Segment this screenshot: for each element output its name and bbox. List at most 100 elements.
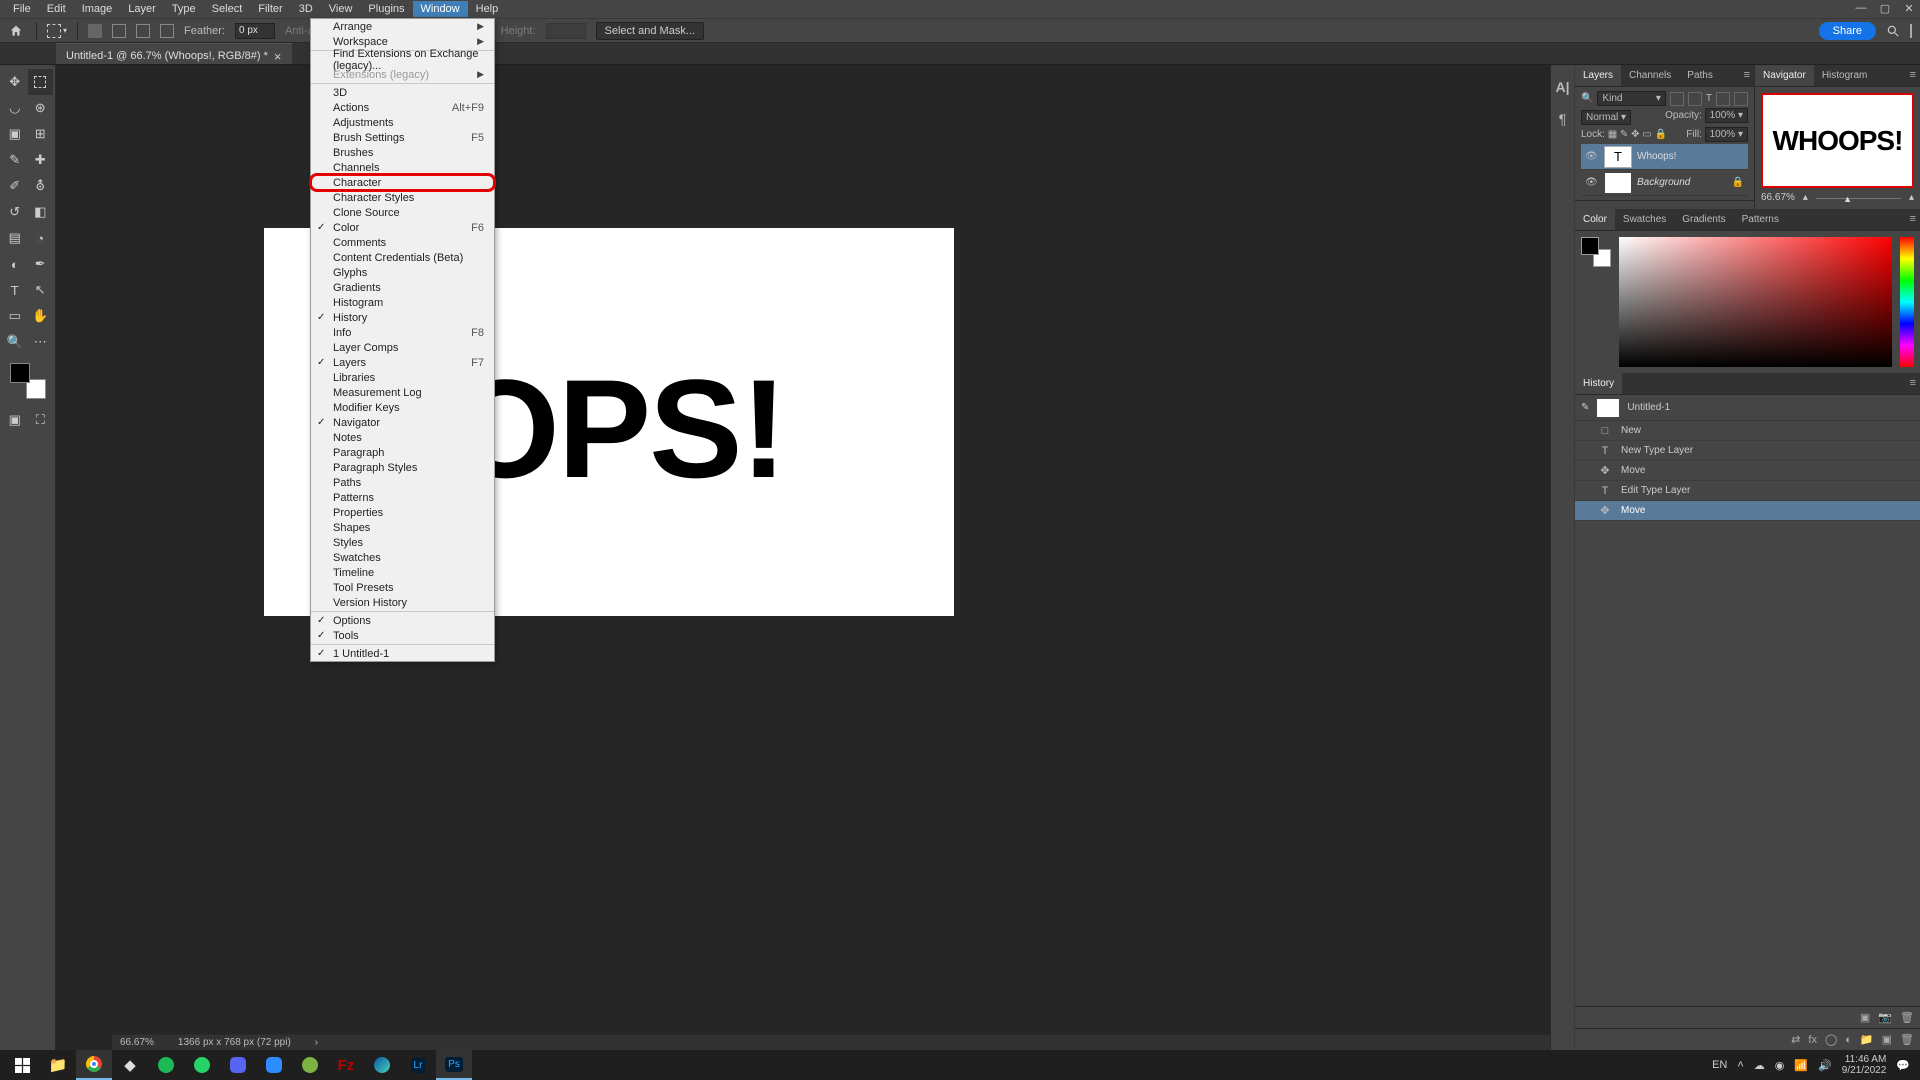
selection-mode-intersect[interactable] bbox=[160, 24, 174, 38]
menu-item-tools[interactable]: Tools bbox=[311, 628, 494, 643]
tab-layers[interactable]: Layers bbox=[1575, 65, 1621, 86]
delete-layer-icon[interactable]: 🗑 bbox=[1900, 1033, 1914, 1046]
delete-state-icon[interactable]: 🗑 bbox=[1900, 1011, 1914, 1024]
menu-view[interactable]: View bbox=[321, 1, 361, 17]
menu-file[interactable]: File bbox=[5, 1, 39, 17]
menu-item-paragraph-styles[interactable]: Paragraph Styles bbox=[311, 460, 494, 475]
home-icon[interactable] bbox=[6, 22, 26, 40]
search-icon[interactable]: 🔍 bbox=[1581, 93, 1593, 104]
hand-tool[interactable]: ✋ bbox=[28, 303, 54, 329]
start-button[interactable] bbox=[4, 1050, 40, 1080]
status-arrow-icon[interactable]: › bbox=[315, 1037, 318, 1048]
navigator-zoom-slider[interactable]: ▲ bbox=[1816, 193, 1901, 203]
share-button[interactable]: Share bbox=[1819, 22, 1876, 40]
menu-item-measurement-log[interactable]: Measurement Log bbox=[311, 385, 494, 400]
menu-item-clone-source[interactable]: Clone Source bbox=[311, 205, 494, 220]
tab-navigator[interactable]: Navigator bbox=[1755, 65, 1814, 86]
menu-item-histogram[interactable]: Histogram bbox=[311, 295, 494, 310]
history-panel-menu-icon[interactable]: ≡ bbox=[1910, 377, 1916, 389]
dodge-tool[interactable]: ◐ bbox=[2, 251, 28, 277]
path-select-tool[interactable]: ↖ bbox=[28, 277, 54, 303]
lock-position-icon[interactable]: ✥ bbox=[1631, 129, 1639, 140]
tab-gradients[interactable]: Gradients bbox=[1674, 209, 1733, 230]
zoom-out-icon[interactable]: ▴ bbox=[1803, 192, 1808, 203]
tab-paths[interactable]: Paths bbox=[1679, 65, 1721, 86]
tray-volume-icon[interactable]: 🔊 bbox=[1818, 1059, 1832, 1072]
taskbar-app-green[interactable] bbox=[292, 1050, 328, 1080]
menu-item-info[interactable]: InfoF8 bbox=[311, 325, 494, 340]
menu-item-timeline[interactable]: Timeline bbox=[311, 565, 494, 580]
layer-thumbnail[interactable]: T bbox=[1605, 147, 1631, 167]
layer-row[interactable]: 👁Background🔒 bbox=[1581, 170, 1748, 196]
lasso-tool[interactable]: ◡ bbox=[2, 95, 28, 121]
menu-select[interactable]: Select bbox=[204, 1, 251, 17]
fill-input[interactable]: 100% ▾ bbox=[1705, 127, 1748, 142]
filter-shape-icon[interactable] bbox=[1716, 92, 1730, 106]
navigator-zoom-value[interactable]: 66.67% bbox=[1761, 192, 1795, 203]
new-doc-from-state-icon[interactable]: 📷 bbox=[1878, 1011, 1892, 1024]
history-brush-tool[interactable]: ↺ bbox=[2, 199, 28, 225]
tab-close-icon[interactable]: × bbox=[274, 49, 282, 64]
rectangle-tool[interactable]: ▭ bbox=[2, 303, 28, 329]
tab-swatches[interactable]: Swatches bbox=[1615, 209, 1674, 230]
menu-item-adjustments[interactable]: Adjustments bbox=[311, 115, 494, 130]
workspace-switcher-icon[interactable] bbox=[1910, 25, 1912, 37]
menu-item-comments[interactable]: Comments bbox=[311, 235, 494, 250]
selection-mode-subtract[interactable] bbox=[136, 24, 150, 38]
tray-app-icon[interactable]: ◉ bbox=[1775, 1059, 1785, 1072]
menu-item-navigator[interactable]: Navigator bbox=[311, 415, 494, 430]
navigator-thumbnail[interactable]: WHOOPS! bbox=[1761, 93, 1914, 188]
search-icon[interactable] bbox=[1886, 24, 1900, 38]
hue-strip[interactable] bbox=[1900, 237, 1914, 367]
menu-layer[interactable]: Layer bbox=[120, 1, 164, 17]
maximize-button[interactable]: ▢ bbox=[1878, 2, 1892, 15]
history-brush-source-icon[interactable]: ✎ bbox=[1581, 402, 1589, 413]
new-layer-icon[interactable]: ▣ bbox=[1882, 1033, 1892, 1046]
menu-item-3d[interactable]: 3D bbox=[311, 85, 494, 100]
tray-chevron-icon[interactable]: ˄ bbox=[1737, 1059, 1743, 1071]
minimize-button[interactable]: — bbox=[1854, 2, 1868, 15]
marquee-tool[interactable] bbox=[28, 69, 54, 95]
marquee-tool-preset-icon[interactable]: ▾ bbox=[47, 24, 67, 38]
status-doc-info[interactable]: 1366 px x 768 px (72 ppi) bbox=[178, 1037, 291, 1048]
layer-mask-icon[interactable]: ◯ bbox=[1825, 1033, 1837, 1046]
menu-window[interactable]: Window bbox=[413, 1, 468, 17]
taskbar-discord[interactable] bbox=[220, 1050, 256, 1080]
blur-tool[interactable]: ◔ bbox=[28, 225, 54, 251]
history-document-row[interactable]: ✎ Untitled-1 bbox=[1575, 395, 1920, 421]
history-state[interactable]: ✥Move bbox=[1575, 501, 1920, 521]
taskbar-zoom[interactable] bbox=[256, 1050, 292, 1080]
menu-item-properties[interactable]: Properties bbox=[311, 505, 494, 520]
taskbar-explorer[interactable]: 📁 bbox=[40, 1050, 76, 1080]
document-tab[interactable]: Untitled-1 @ 66.7% (Whoops!, RGB/8#) * × bbox=[56, 43, 292, 64]
menu-item-layers[interactable]: LayersF7 bbox=[311, 355, 494, 370]
pen-tool[interactable]: ✒ bbox=[28, 251, 54, 277]
blend-mode-select[interactable]: Normal ▾ bbox=[1581, 110, 1631, 125]
menu-item-1-untitled-1[interactable]: 1 Untitled-1 bbox=[311, 646, 494, 661]
menu-item-swatches[interactable]: Swatches bbox=[311, 550, 494, 565]
edit-toolbar[interactable]: ⋯ bbox=[28, 329, 54, 355]
menu-item-history[interactable]: History bbox=[311, 310, 494, 325]
gradient-tool[interactable]: ▤ bbox=[2, 225, 28, 251]
menu-item-modifier-keys[interactable]: Modifier Keys bbox=[311, 400, 494, 415]
menu-item-notes[interactable]: Notes bbox=[311, 430, 494, 445]
menu-item-color[interactable]: ColorF6 bbox=[311, 220, 494, 235]
tray-notifications-icon[interactable]: 💬 bbox=[1896, 1059, 1910, 1072]
menu-plugins[interactable]: Plugins bbox=[360, 1, 412, 17]
lock-transparent-icon[interactable]: ▦ bbox=[1608, 129, 1617, 140]
menu-3d[interactable]: 3D bbox=[291, 1, 321, 17]
move-tool[interactable]: ✥ bbox=[2, 69, 28, 95]
close-button[interactable]: ✕ bbox=[1902, 2, 1916, 15]
layers-panel-menu-icon[interactable]: ≡ bbox=[1744, 69, 1750, 81]
opacity-input[interactable]: 100% ▾ bbox=[1705, 108, 1748, 123]
eyedropper-tool[interactable]: ✎ bbox=[2, 147, 28, 173]
menu-item-brush-settings[interactable]: Brush SettingsF5 bbox=[311, 130, 494, 145]
menu-help[interactable]: Help bbox=[468, 1, 507, 17]
menu-item-tool-presets[interactable]: Tool Presets bbox=[311, 580, 494, 595]
layer-style-icon[interactable]: fx bbox=[1808, 1034, 1817, 1046]
selection-mode-new[interactable] bbox=[88, 24, 102, 38]
menu-image[interactable]: Image bbox=[74, 1, 121, 17]
lock-nesting-icon[interactable]: ▭ bbox=[1642, 129, 1651, 140]
taskbar-chrome[interactable] bbox=[76, 1050, 112, 1080]
menu-item-actions[interactable]: ActionsAlt+F9 bbox=[311, 100, 494, 115]
